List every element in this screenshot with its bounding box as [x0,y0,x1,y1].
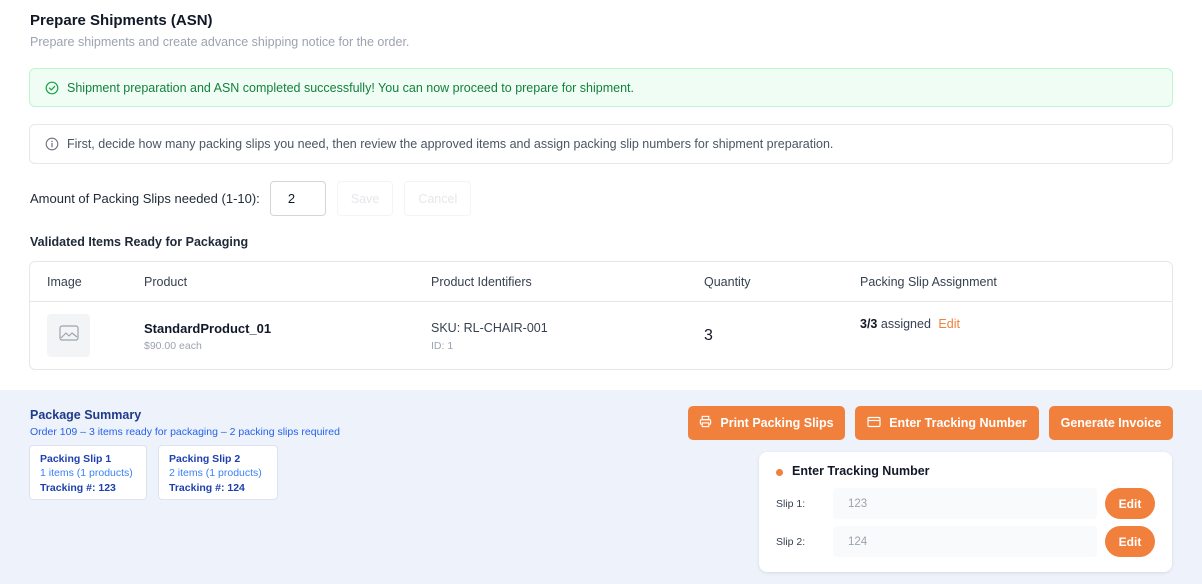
packing-slips-form: Amount of Packing Slips needed (1-10): S… [30,181,472,216]
print-packing-slips-label: Print Packing Slips [720,416,834,430]
package-summary-title: Package Summary [30,408,142,422]
printer-icon [699,415,712,431]
generate-invoice-button[interactable]: Generate Invoice [1049,406,1173,440]
status-dot-icon [776,469,783,476]
product-price: $90.00 each [144,340,202,352]
info-icon [45,137,59,151]
packing-slips-label: Amount of Packing Slips needed (1-10): [30,191,260,206]
table-header: Image Product Product Identifiers Quanti… [30,262,1172,302]
save-button[interactable]: Save [336,181,394,216]
assigned-count: 3/3 [860,317,878,331]
slip-2-label: Slip 2: [776,536,806,548]
tracking-panel-title: Enter Tracking Number [792,464,930,478]
column-header-assignment: Packing Slip Assignment [860,275,997,289]
edit-assignment-link[interactable]: Edit [938,317,960,331]
product-quantity: 3 [704,327,713,344]
packing-slip-items: 1 items (1 products) [40,467,133,479]
packing-slips-input[interactable] [269,181,326,216]
package-summary-panel: Package Summary Order 109 – 3 items read… [0,390,1202,584]
info-alert: First, decide how many packing slips you… [29,124,1173,164]
credit-card-icon [867,416,881,431]
package-summary-subtitle: Order 109 – 3 items ready for packaging … [30,426,340,438]
product-sku: SKU: RL-CHAIR-001 [431,321,548,335]
packing-slip-title: Packing Slip 2 [169,453,241,465]
slip-1-edit-button[interactable]: Edit [1105,488,1155,519]
info-alert-text: First, decide how many packing slips you… [67,137,834,151]
enter-tracking-number-button[interactable]: Enter Tracking Number [855,406,1039,440]
column-header-identifiers: Product Identifiers [431,275,532,289]
packing-slip-tracking: Tracking #: 124 [169,482,245,494]
check-circle-icon [45,81,59,95]
slip-2-tracking-input[interactable] [833,526,1097,557]
packing-slip-tracking: Tracking #: 123 [40,482,116,494]
slip-1-tracking-input[interactable] [833,488,1097,519]
slip-2-edit-button[interactable]: Edit [1105,526,1155,557]
packing-slip-title: Packing Slip 1 [40,453,112,465]
column-header-product: Product [144,275,188,289]
success-alert-text: Shipment preparation and ASN completed s… [67,80,635,95]
column-header-image: Image [47,275,82,289]
assigned-suffix: assigned [880,317,931,331]
items-table: Image Product Product Identifiers Quanti… [29,261,1173,370]
image-icon [58,325,79,346]
print-packing-slips-button[interactable]: Print Packing Slips [688,406,845,440]
slip-1-label: Slip 1: [776,498,806,510]
product-image-placeholder [47,314,90,357]
packing-slip-card-2: Packing Slip 2 2 items (1 products) Trac… [158,445,278,500]
product-id: ID: 1 [431,340,454,352]
cancel-button[interactable]: Cancel [404,181,472,216]
tracking-number-panel: Enter Tracking Number Slip 1: Edit Slip … [759,452,1172,572]
items-section-title: Validated Items Ready for Packaging [30,235,249,249]
enter-tracking-number-label: Enter Tracking Number [889,416,1027,430]
success-alert: Shipment preparation and ASN completed s… [29,68,1173,107]
packing-slip-items: 2 items (1 products) [169,467,262,479]
generate-invoice-label: Generate Invoice [1060,416,1162,430]
page-subtitle: Prepare shipments and create advance shi… [30,35,410,49]
product-name: StandardProduct_01 [144,321,272,336]
packing-slip-assignment: 3/3 assigned Edit [860,317,960,331]
packing-slip-card-1: Packing Slip 1 1 items (1 products) Trac… [29,445,147,500]
column-header-quantity: Quantity [704,275,751,289]
page-title: Prepare Shipments (ASN) [30,12,213,29]
